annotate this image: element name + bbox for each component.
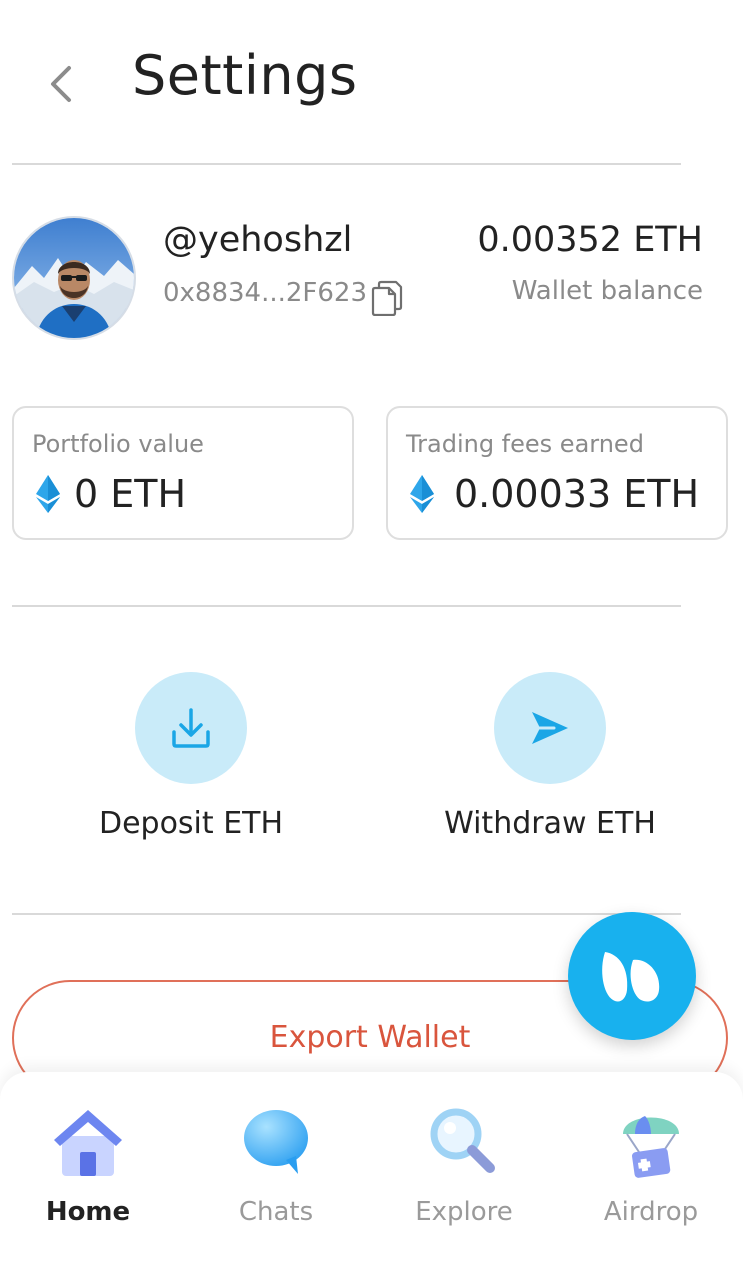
page-title: Settings [132, 44, 358, 107]
ethereum-icon [36, 475, 60, 513]
nav-item-chats[interactable]: Chats [196, 1102, 356, 1252]
download-icon [172, 708, 210, 748]
magnifier-icon [430, 1108, 495, 1173]
trading-fees-value: 0.00033 ETH [454, 472, 700, 516]
floating-action-button[interactable] [568, 912, 696, 1040]
nav-label-airdrop: Airdrop [603, 1197, 699, 1227]
nav-item-explore[interactable]: Explore [384, 1102, 544, 1252]
nav-label-chats: Chats [238, 1197, 314, 1227]
send-icon [532, 712, 568, 744]
home-icon [54, 1110, 122, 1176]
nav-item-home[interactable]: Home [8, 1102, 168, 1252]
portfolio-value-label: Portfolio value [32, 430, 204, 458]
deposit-eth-label[interactable]: Deposit ETH [61, 806, 321, 841]
parachute-gift-icon [623, 1116, 679, 1178]
withdraw-eth-button[interactable] [494, 672, 606, 784]
portfolio-value-card: Portfolio value 0 ETH [12, 406, 354, 540]
divider [12, 913, 681, 915]
chat-bubble-icon [244, 1110, 308, 1174]
trading-fees-label: Trading fees earned [406, 430, 644, 458]
wallet-balance-label: Wallet balance [511, 276, 703, 306]
profile-photo [14, 218, 134, 338]
nav-label-explore: Explore [415, 1197, 513, 1227]
divider [12, 605, 681, 607]
deposit-eth-button[interactable] [135, 672, 247, 784]
nav-label-home: Home [45, 1197, 131, 1227]
wallet-balance-value: 0.00352 ETH [477, 220, 703, 260]
withdraw-eth-label[interactable]: Withdraw ETH [420, 806, 680, 841]
wings-logo-icon [602, 952, 660, 1002]
portfolio-value: 0 ETH [74, 472, 187, 516]
bottom-nav: Home Chats Explore Airdrop [0, 1072, 743, 1270]
avatar[interactable] [12, 216, 136, 340]
copy-address-button[interactable] [370, 280, 404, 317]
trading-fees-card: Trading fees earned 0.00033 ETH [386, 406, 728, 540]
copy-icon [371, 280, 403, 317]
nav-item-airdrop[interactable]: Airdrop [571, 1102, 731, 1252]
ethereum-icon [410, 475, 434, 513]
wallet-address: 0x8834...2F623 [163, 278, 368, 308]
username: @yehoshzl [163, 220, 353, 260]
chevron-left-icon [51, 66, 71, 102]
back-button[interactable] [36, 58, 84, 110]
divider [12, 163, 681, 165]
